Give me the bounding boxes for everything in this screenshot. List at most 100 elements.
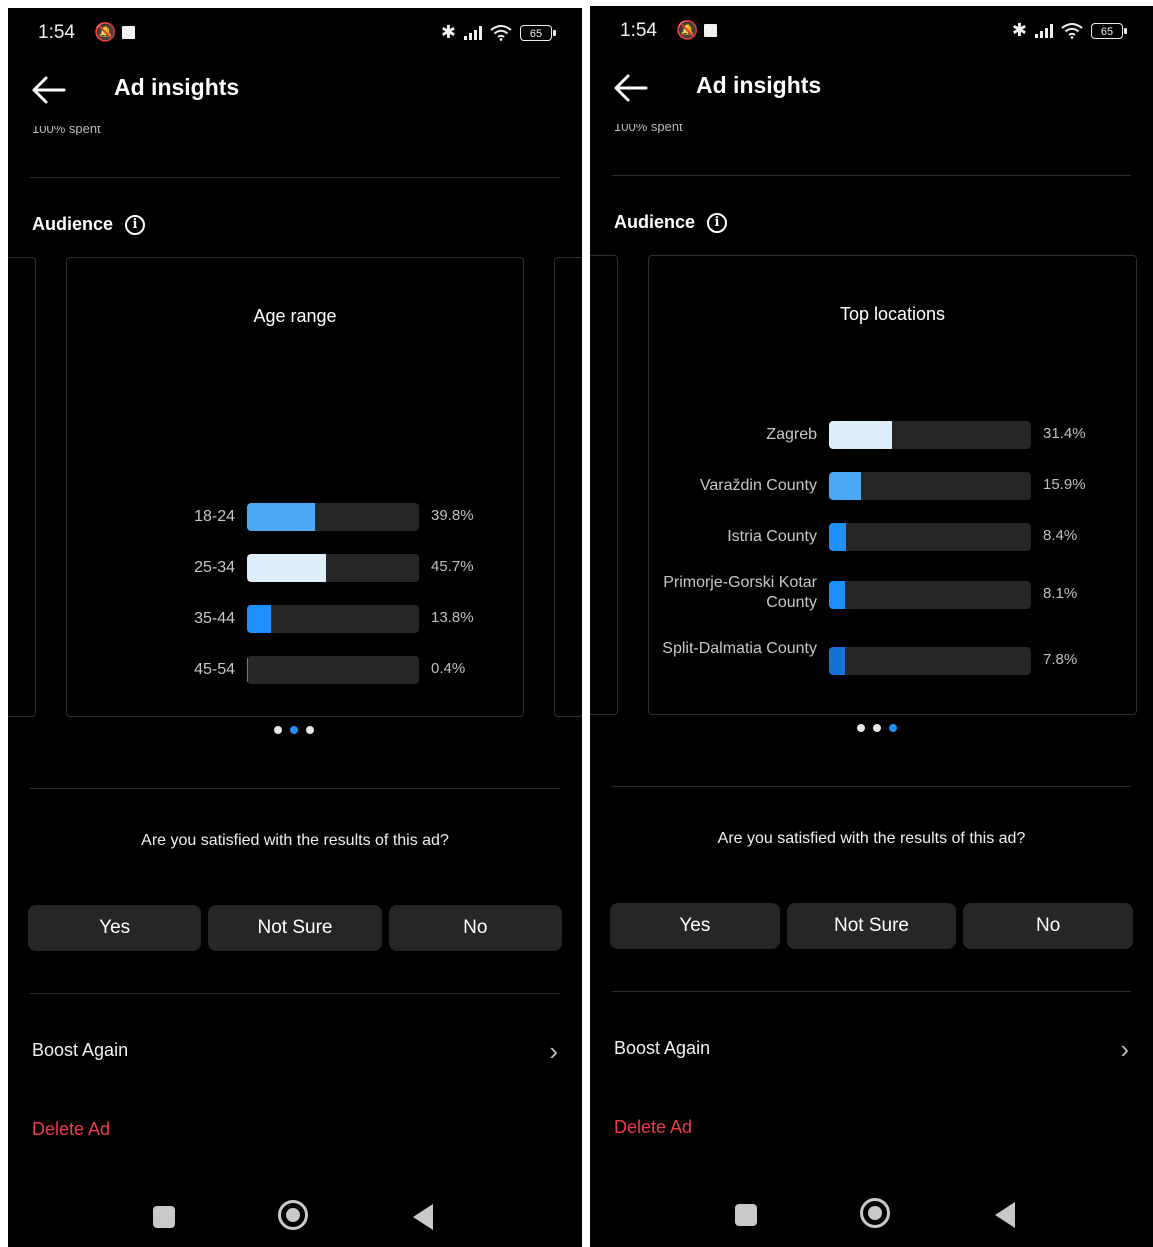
card-title: Top locations <box>839 304 946 324</box>
wifi-icon <box>1061 22 1083 39</box>
no-button[interactable]: No <box>388 905 562 951</box>
pager-dots[interactable] <box>274 726 314 734</box>
phone-screen-top-locations: 1:54 🔕 ✱ 65 Ad insights 100% spent Audie… <box>590 6 1153 1247</box>
bar-label: Zagreb <box>766 426 817 443</box>
phone-screen-age-range: 1:54 🔕 ✱ 65 Ad insights 100% spent Audie… <box>8 8 582 1247</box>
bar-fill <box>247 656 248 684</box>
bar-percent: 0.4% <box>431 660 466 677</box>
app-header: Ad insights <box>612 68 1133 108</box>
back-arrow-icon[interactable] <box>612 70 652 106</box>
info-icon[interactable]: i <box>125 214 146 235</box>
bar-percent: 8.1% <box>1043 585 1078 602</box>
info-icon[interactable]: i <box>707 212 728 233</box>
bar-track <box>247 503 419 531</box>
bar-row: Istria County 8.4% <box>649 523 1136 551</box>
mute-icon: 🔕 <box>676 20 699 40</box>
bar-fill <box>829 421 892 449</box>
bar-label: Varaždin County <box>699 477 817 494</box>
pager-dot[interactable] <box>306 726 314 734</box>
boost-again-label: Boost Again <box>32 1040 129 1060</box>
bar-label: 35-44 <box>194 610 235 627</box>
bar-percent: 7.8% <box>1043 651 1078 668</box>
back-arrow-icon[interactable] <box>30 72 70 108</box>
bar-row: 25-34 45.7% <box>67 554 523 582</box>
system-nav-bar <box>590 1198 1153 1234</box>
page-title: Ad insights <box>696 72 822 98</box>
back-triangle-icon[interactable] <box>995 1202 1015 1228</box>
bar-track <box>829 523 1031 551</box>
next-card-peek[interactable] <box>554 257 582 717</box>
battery-icon: 65 <box>1091 22 1127 39</box>
bar-percent: 39.8% <box>431 507 474 524</box>
bar-fill <box>247 605 271 633</box>
notification-icon <box>122 26 135 39</box>
signal-icon <box>1035 23 1053 38</box>
previous-card-peek[interactable] <box>590 255 618 715</box>
page-title: Ad insights <box>114 74 240 100</box>
not-sure-button[interactable]: Not Sure <box>208 905 382 951</box>
system-nav-bar <box>8 1200 582 1236</box>
bar-track <box>829 647 1031 675</box>
divider <box>30 788 560 789</box>
boost-again-label: Boost Again <box>614 1038 711 1058</box>
battery-icon: 65 <box>520 24 556 41</box>
pager-dot[interactable] <box>274 726 282 734</box>
delete-ad-link[interactable]: Delete Ad <box>32 1119 110 1140</box>
bar-row: 45-54 0.4% <box>67 656 523 684</box>
insight-card-top-locations: Top locations Zagreb 31.4% Varaždin County… <box>648 255 1137 715</box>
back-triangle-icon[interactable] <box>413 1204 433 1230</box>
bar-track <box>247 605 419 633</box>
bar-label: 25-34 <box>194 559 235 576</box>
divider <box>612 991 1131 992</box>
bar-track <box>829 581 1031 609</box>
bar-percent: 8.4% <box>1043 527 1078 544</box>
not-sure-button[interactable]: Not Sure <box>786 903 957 949</box>
pager-dot[interactable] <box>857 724 865 732</box>
feedback-buttons: Yes Not Sure No <box>610 903 1134 949</box>
status-bar: 1:54 🔕 ✱ 65 <box>38 22 556 46</box>
bar-label: Istria County <box>727 528 817 545</box>
home-icon[interactable] <box>278 1200 308 1230</box>
bar-row: Primorje-Gorski Kotar County 8.1% <box>649 574 1136 611</box>
chevron-right-icon: › <box>549 1036 558 1066</box>
divider <box>30 993 560 994</box>
bar-fill <box>829 647 845 675</box>
bar-track <box>829 472 1031 500</box>
insight-card-age-range: Age range 18-24 39.8% 25-34 45.7% 35-44 13.8%… <box>66 257 524 717</box>
bar-label: Primorje-Gorski Kotar County <box>663 574 817 611</box>
yes-button[interactable]: Yes <box>28 905 202 951</box>
audience-section-header: Audience i <box>32 214 146 235</box>
satisfaction-question: Are you satisfied with the results of th… <box>717 830 1026 847</box>
wifi-icon <box>490 24 512 41</box>
divider <box>612 175 1131 176</box>
bar-fill <box>247 554 326 582</box>
pager-dot[interactable] <box>889 724 897 732</box>
pager-dot[interactable] <box>290 726 298 734</box>
yes-button[interactable]: Yes <box>610 903 780 949</box>
delete-ad-link[interactable]: Delete Ad <box>614 1117 692 1138</box>
recents-icon[interactable] <box>153 1206 175 1228</box>
spent-text: 100% spent <box>32 126 101 135</box>
bar-track <box>247 554 419 582</box>
boost-again-row[interactable]: Boost Again › <box>32 1036 562 1066</box>
boost-again-row[interactable]: Boost Again › <box>614 1036 1133 1064</box>
bar-row: 18-24 39.8% <box>67 503 523 531</box>
bar-track <box>247 656 419 684</box>
home-icon[interactable] <box>860 1198 890 1228</box>
bar-track <box>829 421 1031 449</box>
bar-percent: 31.4% <box>1043 425 1086 442</box>
status-time: 1:54 <box>38 22 75 43</box>
pager-dots[interactable] <box>857 724 897 732</box>
no-button[interactable]: No <box>963 903 1134 949</box>
bar-label: 18-24 <box>194 508 235 525</box>
bar-label: 45-54 <box>194 661 235 678</box>
card-title: Age range <box>253 306 337 326</box>
bar-percent: 15.9% <box>1043 476 1086 493</box>
previous-card-peek[interactable] <box>8 257 36 717</box>
audience-section-header: Audience i <box>614 212 728 233</box>
bar-fill <box>247 503 315 531</box>
bar-label: Split-Dalmatia County <box>662 640 817 657</box>
bar-fill <box>829 472 861 500</box>
pager-dot[interactable] <box>873 724 881 732</box>
recents-icon[interactable] <box>735 1204 757 1226</box>
